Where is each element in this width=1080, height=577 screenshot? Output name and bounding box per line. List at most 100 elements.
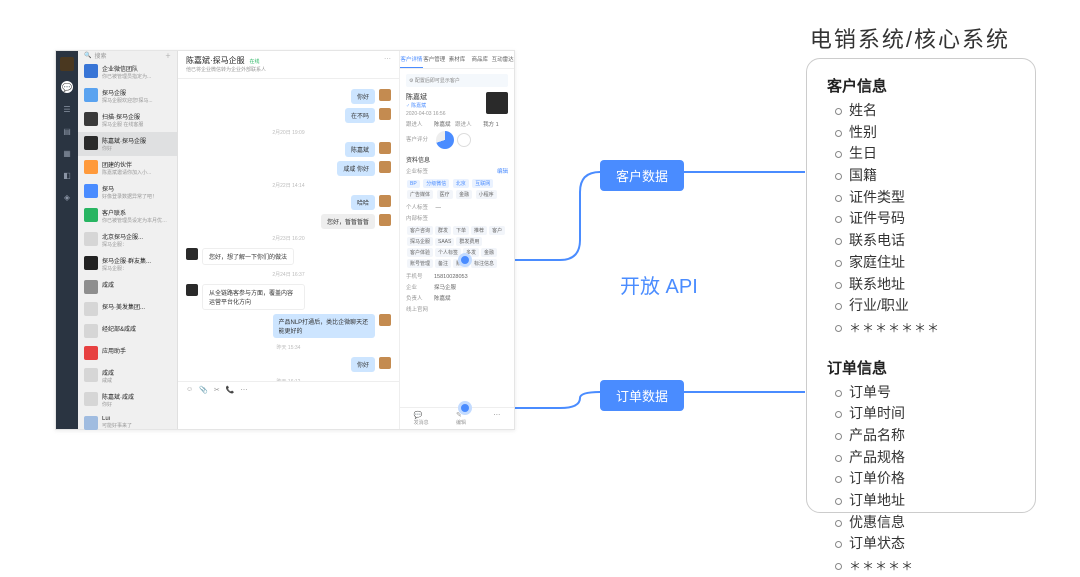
config-hint: ⚙ 配置后即可显示客户 — [406, 74, 508, 87]
system-title: 电销系统/核心系统 — [810, 22, 1010, 54]
tag[interactable]: 广告媒体 — [407, 190, 433, 199]
order-data-marker — [458, 401, 472, 415]
conversation-item[interactable]: 客户联系你已被管理员设定为本月优秀... — [78, 204, 177, 228]
conversation-item[interactable]: 咸咸 — [78, 276, 177, 298]
conversation-list: 🔍搜索＋ 企业微信团队你已被管理员指定为...探马企服探马企服欢迎您!探马...… — [78, 51, 178, 429]
tag[interactable]: 金融 — [456, 190, 472, 199]
tag[interactable]: 客户体验 — [407, 248, 433, 257]
date-separator: 昨天 16:12 — [186, 378, 391, 381]
conversation-item[interactable]: 咸咸咸咸 — [78, 364, 177, 388]
tag[interactable]: 小程序 — [476, 190, 497, 199]
tag[interactable]: 群发 — [435, 226, 451, 235]
emoji-icon[interactable]: ☺ — [186, 386, 193, 425]
list-item: 证件类型 — [835, 187, 1015, 209]
conversation-item[interactable]: 探马企服探马企服欢迎您!探马... — [78, 84, 177, 108]
status-badge: 在线 — [249, 59, 259, 65]
conversation-item[interactable]: Lui可能好事来了 — [78, 412, 177, 434]
send-msg-button[interactable]: 💬发消息 — [414, 411, 429, 426]
tag[interactable]: 客户咨询 — [407, 226, 433, 235]
conversation-item[interactable]: 企业微信团队你已被管理员指定为... — [78, 60, 177, 84]
chat-title: 陈嘉斌·探马企服 — [186, 56, 245, 65]
date-separator: 昨天 15:34 — [186, 344, 391, 351]
list-item: 订单时间 — [835, 403, 1015, 425]
score-pie — [436, 131, 454, 149]
list-item: 姓名 — [835, 100, 1015, 122]
conversation-item[interactable]: 应用助手 — [78, 342, 177, 364]
list-item: 优惠信息 — [835, 512, 1015, 534]
customer-info-header: 客户信息 — [827, 75, 1015, 96]
tab-radar[interactable]: 互动雷达 — [491, 51, 514, 68]
conversation-item[interactable]: 探马好像登录数据异常了吧！ — [78, 180, 177, 204]
list-item: 性别 — [835, 122, 1015, 144]
list-item: ＊＊＊＊＊＊＊ — [835, 317, 1015, 339]
conversation-item[interactable]: 北京探马企服...探马企服： — [78, 228, 177, 252]
list-item: 产品规格 — [835, 447, 1015, 469]
workspace-icon[interactable]: ◧ — [61, 169, 73, 181]
date-separator: 2月20日 19:09 — [186, 129, 391, 136]
tag[interactable]: 探马企服 — [407, 237, 433, 246]
tag[interactable]: 个人标签 — [435, 248, 461, 257]
search-input[interactable]: 🔍搜索＋ — [78, 51, 177, 60]
contacts-icon[interactable]: ☰ — [61, 103, 73, 115]
more-button[interactable]: ⋯ — [493, 411, 500, 426]
wecom-app: 💬 ☰ ▤ ▦ ◧ ◈ 🔍搜索＋ 企业微信团队你已被管理员指定为...探马企服探… — [55, 50, 515, 430]
tag[interactable]: 推荐 — [471, 226, 487, 235]
more-icon[interactable]: ⋯ — [240, 386, 247, 425]
message-bubble: 在不吗 — [345, 108, 375, 123]
tag[interactable]: 标注信息 — [471, 259, 497, 268]
message-bubble: 您好，想了解一下你们的做法 — [202, 248, 294, 265]
conversation-item[interactable]: 经纪部&咸咸 — [78, 320, 177, 342]
order-info-header: 订单信息 — [827, 357, 1015, 378]
avatar[interactable] — [60, 57, 74, 71]
tag[interactable]: 北京 — [453, 179, 469, 188]
tag[interactable]: 医疗 — [437, 190, 453, 199]
customer-company: 探马企服 — [434, 285, 456, 291]
open-api-label: 开放 API — [620, 270, 698, 299]
more-icon[interactable]: ⋯ — [384, 55, 391, 63]
tag[interactable]: 下单 — [453, 226, 469, 235]
list-item: 家庭住址 — [835, 252, 1015, 274]
customer-sidepanel: 客户详情 客户管理 素材库 商品库 互动雷达 ⚙ 配置后即可显示客户 陈嘉斌 ♂… — [399, 51, 514, 429]
tag[interactable]: 账号管理 — [407, 259, 433, 268]
list-item: 证件号码 — [835, 208, 1015, 230]
scissors-icon[interactable]: ✂ — [214, 386, 220, 425]
message-bubble: 你好 — [351, 89, 375, 104]
profile-section: 资料信息 — [406, 155, 508, 164]
conversation-item[interactable]: 团建的伙伴陈嘉斌邀请你加入小... — [78, 156, 177, 180]
message-bubble: 哈哈 — [351, 195, 375, 210]
info-box: 客户信息 姓名 性别 生日 国籍 证件类型 证件号码 联系电话 家庭住址 联系地… — [806, 58, 1036, 513]
tag[interactable]: 金融 — [481, 248, 497, 257]
tab-material[interactable]: 素材库 — [446, 51, 469, 68]
tag[interactable]: SAAS — [435, 238, 454, 246]
chat-icon[interactable]: 💬 — [61, 81, 73, 93]
conversation-item[interactable]: 探马企服·群友集...探马企服： — [78, 252, 177, 276]
edit-tags[interactable]: 编辑 — [497, 167, 508, 175]
list-item: ＊＊＊＊＊ — [835, 555, 1015, 577]
tab-goods[interactable]: 商品库 — [468, 51, 491, 68]
customer-info-list: 姓名 性别 生日 国籍 证件类型 证件号码 联系电话 家庭住址 联系地址 行业/… — [827, 100, 1015, 339]
conversation-item[interactable]: 陈嘉斌·咸咸你好 — [78, 388, 177, 412]
tag[interactable]: 备注 — [435, 259, 451, 268]
conversation-item[interactable]: 扫描·探马企服探马企服 在线客服 — [78, 108, 177, 132]
chat-input-toolbar[interactable]: ☺ 📎 ✂ 📞 ⋯ — [178, 381, 399, 429]
tag[interactable]: BP — [407, 180, 420, 188]
attach-icon[interactable]: 📎 — [199, 386, 208, 425]
tab-detail[interactable]: 客户详情 — [400, 51, 423, 68]
message-bubble: 从全链路客参与方面，覆盖内容运营平台化方向 — [202, 284, 305, 310]
conversation-item[interactable]: 探马·美发集团... — [78, 298, 177, 320]
conversation-item[interactable]: 陈嘉斌·探马企服你好 — [78, 132, 177, 156]
list-item: 行业/职业 — [835, 295, 1015, 317]
message-bubble: 咸咸 你好 — [337, 161, 375, 176]
tag[interactable]: 群发费用 — [456, 237, 482, 246]
meet-icon[interactable]: ◈ — [61, 191, 73, 203]
tag[interactable]: 互联网 — [472, 179, 493, 188]
date-separator: 2月23日 16:20 — [186, 235, 391, 242]
tab-manage[interactable]: 客户管理 — [423, 51, 446, 68]
tag[interactable]: 分级微信 — [423, 179, 449, 188]
add-icon[interactable]: ＋ — [165, 51, 171, 60]
phone-icon[interactable]: 📞 — [226, 386, 235, 425]
calendar-icon[interactable]: ▦ — [61, 147, 73, 159]
tag[interactable]: 客户 — [489, 226, 505, 235]
doc-icon[interactable]: ▤ — [61, 125, 73, 137]
list-item: 联系地址 — [835, 274, 1015, 296]
